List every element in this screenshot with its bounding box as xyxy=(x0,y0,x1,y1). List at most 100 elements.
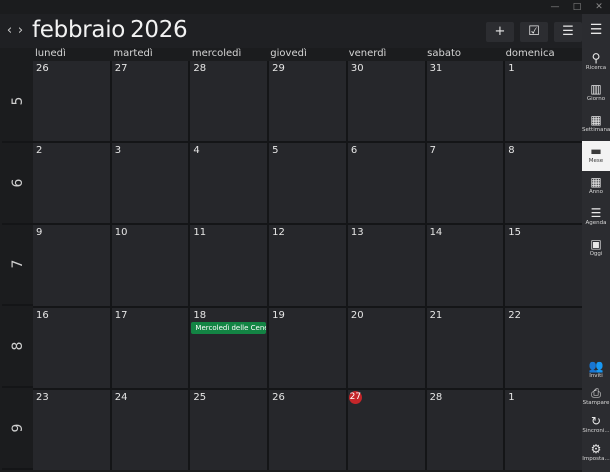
sidebar-item-sync[interactable]: ↻ Sincroni... xyxy=(582,411,610,441)
day-cell[interactable]: 14 xyxy=(426,225,504,306)
week-number: 6 xyxy=(9,178,26,188)
sidebar-item-label: Giorno xyxy=(586,96,606,102)
weekday-label: giovedì xyxy=(270,48,307,59)
event-chip[interactable]: Mercoledì delle Ceneri xyxy=(191,321,267,334)
day-cell[interactable]: 1 xyxy=(505,61,582,142)
sidebar-item-invites[interactable]: 👥 Inviti xyxy=(582,356,610,386)
day-cell[interactable]: 5 xyxy=(269,143,346,224)
day-cell[interactable]: 23 xyxy=(33,389,110,470)
day-cell[interactable]: 21 xyxy=(426,307,504,388)
sidebar-item-label: Agenda xyxy=(585,220,607,226)
day-number: 15 xyxy=(508,227,522,239)
minimize-button[interactable]: — xyxy=(544,0,566,14)
sidebar-item-agenda[interactable]: ☰ Agenda xyxy=(582,203,610,233)
day-cell[interactable]: 18 Mercoledì delle Ceneri xyxy=(190,307,268,388)
day-cell[interactable]: 28 xyxy=(190,61,268,142)
day-cell[interactable]: 8 xyxy=(505,143,582,224)
day-cell[interactable]: 10 xyxy=(111,225,189,306)
day-cell[interactable]: 25 xyxy=(190,389,268,470)
add-event-button[interactable]: + xyxy=(486,22,514,42)
sidebar-item-day[interactable]: ▥ Giorno xyxy=(582,79,610,109)
day-number: 26 xyxy=(36,63,49,74)
sidebar-item-search[interactable]: ⚲ Ricerca xyxy=(582,48,610,78)
day-cell[interactable]: 24 xyxy=(111,389,189,470)
sync-icon: ↻ xyxy=(590,414,602,428)
year: 2026 xyxy=(130,17,188,43)
page-title: febbraio 2026 xyxy=(32,17,188,43)
sidebar-item-label: Settimana xyxy=(582,127,610,133)
view-sidebar: ☰ ⚲ Ricerca ▥ Giorno ▦ Settimana ▬ Mese ▦ Ann… xyxy=(582,14,610,472)
day-number: 7 xyxy=(429,145,436,157)
weekday-label: lunedì xyxy=(35,48,66,59)
sidebar-item-print[interactable]: ⎙ Stampare xyxy=(582,383,610,413)
day-cell[interactable]: 7 xyxy=(426,143,504,224)
day-view-icon: ▥ xyxy=(590,82,602,96)
weekday-header: lunedì martedì mercoledì giovedì venerdì… xyxy=(33,48,582,60)
day-number: 4 xyxy=(193,145,200,157)
day-cell[interactable]: 22 xyxy=(505,307,582,388)
sidebar-item-label: Ricerca xyxy=(585,65,607,71)
day-cell[interactable]: 20 xyxy=(347,307,425,388)
month-navigation: ‹ › xyxy=(4,24,26,38)
day-cell[interactable]: 19 xyxy=(269,307,346,388)
day-cell[interactable]: 31 xyxy=(426,61,504,142)
day-number: 12 xyxy=(272,227,285,239)
day-cell[interactable]: 16 xyxy=(33,307,110,388)
day-number: 1 xyxy=(508,391,515,403)
day-cell[interactable]: 3 xyxy=(111,143,189,224)
day-cell[interactable]: 28 xyxy=(426,389,504,470)
header-actions: + ☑ ☰ xyxy=(486,22,582,42)
day-cell[interactable]: 13 xyxy=(347,225,425,306)
next-month-button[interactable]: › xyxy=(15,24,26,38)
day-cell[interactable]: 2 xyxy=(33,143,110,224)
day-number: 27 xyxy=(114,63,128,74)
month-name: febbraio xyxy=(32,17,126,43)
day-cell[interactable]: 4 xyxy=(190,143,268,224)
sidebar-item-settings[interactable]: ⚙ Imposta... xyxy=(582,439,610,469)
day-cell[interactable]: 29 xyxy=(269,61,346,142)
day-number: 21 xyxy=(429,309,443,321)
day-cell[interactable]: 17 xyxy=(111,307,189,388)
close-button[interactable]: ✕ xyxy=(588,0,610,14)
print-icon: ⎙ xyxy=(591,386,601,400)
day-number: 16 xyxy=(36,309,49,321)
day-cell[interactable]: 26 xyxy=(33,61,110,142)
day-cell[interactable]: 26 xyxy=(269,389,346,470)
today-icon: ▣ xyxy=(590,237,602,251)
day-cell[interactable]: 12 xyxy=(269,225,346,306)
sidebar-item-today[interactable]: ▣ Oggi xyxy=(582,234,610,264)
sidebar-item-week[interactable]: ▦ Settimana xyxy=(582,110,610,140)
day-number: 19 xyxy=(272,309,285,321)
day-cell[interactable]: 30 xyxy=(347,61,425,142)
week-number: 9 xyxy=(9,423,26,433)
day-number: 9 xyxy=(36,227,43,239)
day-number: 30 xyxy=(350,63,364,74)
day-cell[interactable]: 6 xyxy=(347,143,425,224)
search-icon: ⚲ xyxy=(591,51,601,65)
day-cell-today[interactable]: 27 xyxy=(347,389,425,470)
week-number: 7 xyxy=(9,260,26,269)
day-cell[interactable]: 11 xyxy=(190,225,268,306)
tasks-button[interactable]: ☑ xyxy=(520,22,548,42)
day-cell[interactable]: 9 xyxy=(33,225,110,306)
day-cell[interactable]: 1 xyxy=(505,389,582,470)
day-number: 29 xyxy=(272,63,285,74)
week-number: 8 xyxy=(9,341,26,351)
day-cell[interactable]: 15 xyxy=(505,225,582,306)
day-number: 24 xyxy=(114,391,128,403)
sidebar-item-year[interactable]: ▦ Anno xyxy=(582,172,610,202)
menu-button[interactable]: ☰ xyxy=(582,17,610,47)
sidebar-item-month[interactable]: ▬ Mese xyxy=(582,141,610,171)
month-view-icon: ▬ xyxy=(590,144,602,158)
weekday-label: mercoledì xyxy=(191,48,242,59)
day-number: 14 xyxy=(429,227,443,239)
prev-month-button[interactable]: ‹ xyxy=(4,24,15,38)
filter-button[interactable]: ☰ xyxy=(554,22,582,42)
sidebar-item-label: Inviti xyxy=(589,373,603,379)
day-number: 28 xyxy=(429,391,443,403)
hamburger-icon: ☰ xyxy=(589,22,603,38)
day-number: 3 xyxy=(114,145,122,157)
day-cell[interactable]: 27 xyxy=(111,61,189,142)
calendar-header: ‹ › febbraio 2026 + ☑ ☰ xyxy=(0,14,582,48)
maximize-button[interactable]: □ xyxy=(566,0,588,14)
